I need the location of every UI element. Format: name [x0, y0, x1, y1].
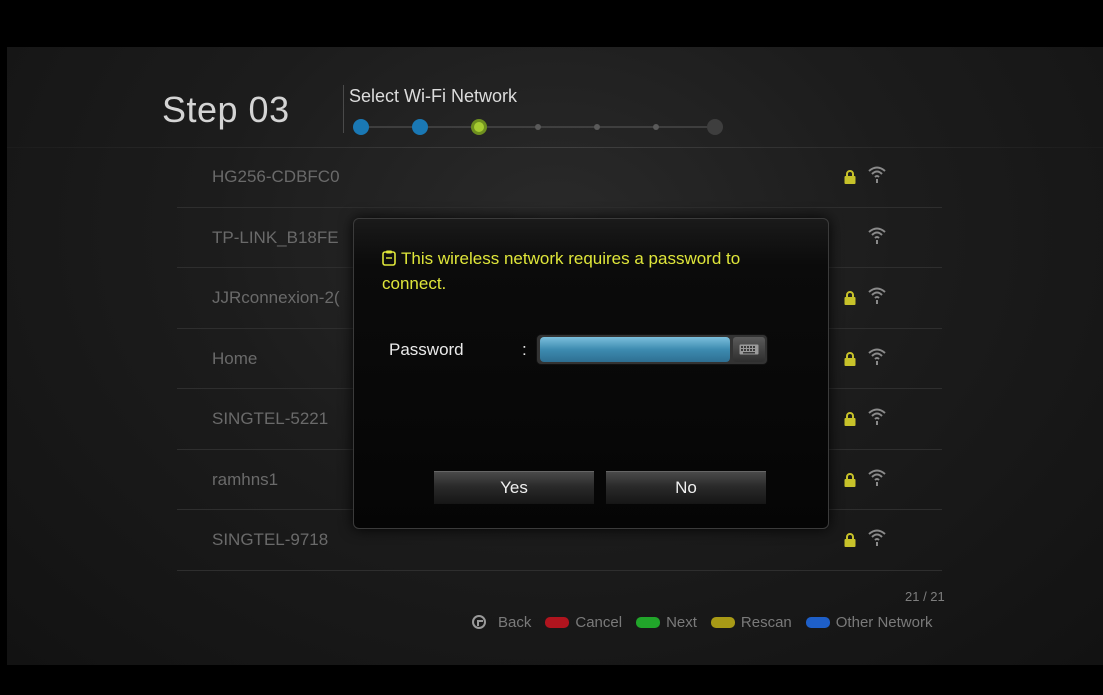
footer-back-label: Back	[498, 613, 532, 631]
header-separator	[343, 85, 344, 133]
network-name: TP-LINK_B18FE	[212, 227, 339, 247]
lock-icon	[844, 472, 856, 487]
wifi-signal-icon	[867, 226, 887, 246]
network-name: Home	[212, 348, 258, 368]
progress-step-5	[594, 124, 600, 130]
network-name: SINGTEL-9718	[212, 530, 329, 549]
green-key-icon	[636, 616, 661, 628]
password-field	[536, 334, 768, 365]
wifi-signal-icon	[867, 407, 887, 427]
footer-next[interactable]: Next	[636, 614, 697, 631]
network-row[interactable]: HG256-CDBFC0	[177, 147, 942, 208]
step-progress-indicator	[351, 115, 731, 139]
footer-rescan[interactable]: Rescan	[710, 613, 792, 631]
password-dialog: This wireless network requires a passwor…	[353, 218, 829, 529]
yellow-key-icon	[710, 616, 735, 628]
footer-other-label: Other Network	[835, 613, 933, 631]
keyboard-button[interactable]	[733, 337, 765, 362]
footer-key-legend: Back Cancel Next Rescan Other Network	[472, 612, 932, 632]
progress-step-1	[353, 119, 369, 135]
network-counter: 21 / 21	[905, 589, 945, 604]
lock-icon	[844, 411, 856, 426]
password-colon: :	[522, 340, 527, 359]
footer-other-network[interactable]: Other Network	[805, 613, 933, 631]
blue-key-icon	[805, 616, 830, 628]
red-key-icon	[545, 616, 570, 628]
network-name: ramhns1	[212, 469, 279, 489]
footer-cancel-label: Cancel	[575, 613, 623, 631]
network-name: JJRconnexion-2(	[212, 288, 340, 307]
clipboard-icon	[382, 248, 396, 266]
progress-step-2	[412, 119, 428, 135]
lock-icon	[844, 169, 856, 184]
lock-icon	[844, 290, 856, 305]
dialog-message-text: This wireless network requires a passwor…	[382, 249, 741, 293]
wifi-signal-icon	[867, 347, 887, 367]
footer-next-label: Next	[666, 613, 697, 631]
no-button[interactable]: No	[606, 471, 766, 504]
progress-step-4	[535, 124, 541, 130]
back-icon	[472, 615, 486, 629]
step-title: Step 03	[162, 89, 290, 130]
step-subtitle: Select Wi-Fi Network	[349, 86, 518, 106]
lock-icon	[844, 532, 856, 547]
footer-rescan-label: Rescan	[740, 613, 792, 631]
password-label: Password	[389, 340, 464, 359]
wifi-setup-screen: Step 03 Select Wi-Fi Network HG256-CDBFC…	[7, 47, 1103, 665]
wifi-signal-icon	[867, 468, 887, 488]
dialog-message: This wireless network requires a passwor…	[382, 246, 802, 296]
footer-back[interactable]: Back	[472, 614, 531, 631]
network-name: SINGTEL-5221	[212, 409, 329, 428]
wifi-signal-icon	[867, 165, 887, 185]
footer-cancel[interactable]: Cancel	[545, 614, 622, 631]
network-name: HG256-CDBFC0	[212, 167, 340, 186]
wifi-signal-icon	[867, 286, 887, 306]
yes-button[interactable]: Yes	[434, 471, 594, 504]
progress-step-6	[653, 124, 659, 130]
keyboard-icon	[739, 344, 759, 355]
progress-step-7	[707, 119, 723, 135]
wifi-signal-icon	[867, 528, 887, 548]
password-input[interactable]	[540, 337, 730, 362]
lock-icon	[844, 351, 856, 366]
